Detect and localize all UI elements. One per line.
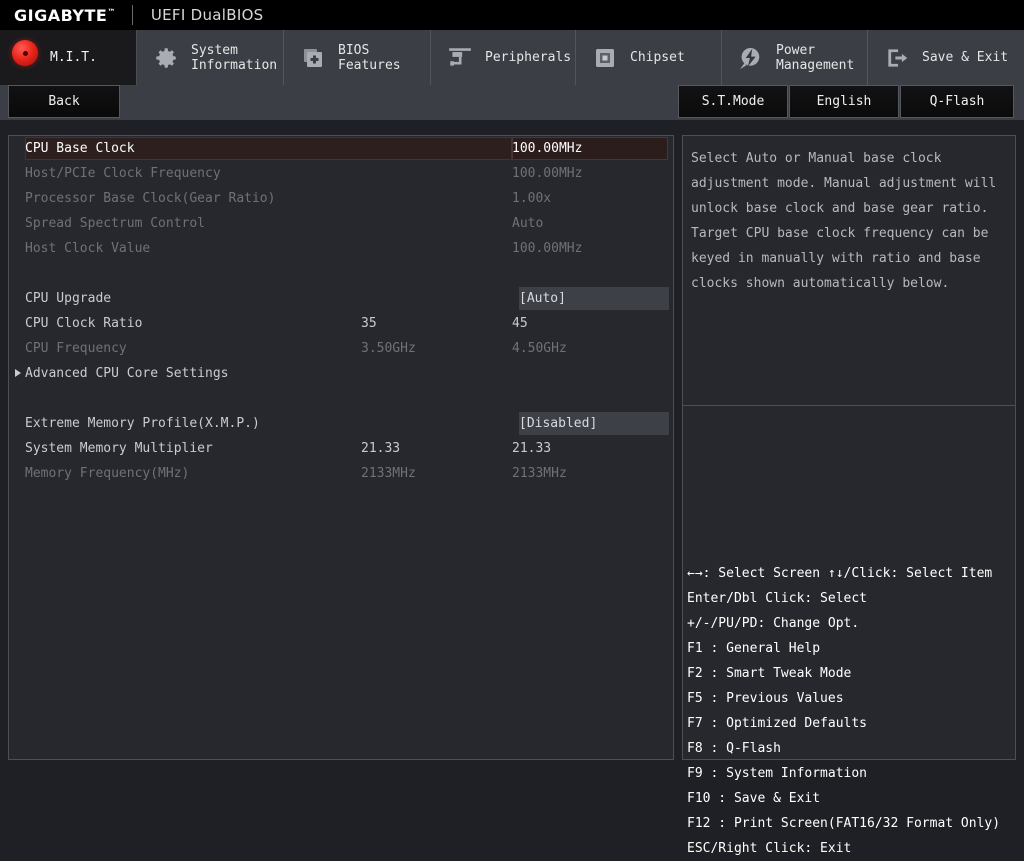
settings-row[interactable]: Extreme Memory Profile(X.M.P.) [Disabled] xyxy=(9,411,673,436)
smart-tweak-mode-button[interactable]: S.T.Mode xyxy=(678,85,788,118)
setting-value[interactable]: 2133MHz xyxy=(512,466,567,481)
power-bolt-icon xyxy=(736,43,766,73)
nav-tab-peripherals-label: Peripherals xyxy=(485,50,572,65)
nav-tab-peripherals[interactable]: Peripherals xyxy=(431,30,576,85)
setting-label: Host Clock Value xyxy=(25,241,151,256)
setting-label: CPU Clock Ratio xyxy=(25,316,143,331)
legend-line: F2 : Smart Tweak Mode xyxy=(687,666,852,681)
legend-line: F1 : General Help xyxy=(687,641,821,656)
setting-label: System Memory Multiplier xyxy=(25,441,213,456)
help-text-line: clocks shown automatically below. xyxy=(691,276,950,291)
settings-list-panel: CPU Base Clock 100.00MHz Host/PCIe Clock F… xyxy=(8,135,674,760)
gear-icon xyxy=(151,43,181,73)
key-legend-panel: ←→: Select Screen ↑↓/Click: Select Item … xyxy=(682,405,1016,856)
submenu-arrow-icon xyxy=(15,369,21,377)
setting-value[interactable]: 100.00MHz xyxy=(512,141,582,156)
legend-line: Enter/Dbl Click: Select xyxy=(687,591,868,606)
main-navigation-bar: M.I.T. System Information BIOS Features xyxy=(0,30,1024,85)
setting-current-value: 3.50GHz xyxy=(361,341,416,356)
red-circle-icon xyxy=(10,38,40,68)
settings-row[interactable]: Memory Frequency(MHz) 2133MHz 2133MHz xyxy=(9,461,673,486)
help-text-line: unlock base clock and base gear ratio. xyxy=(691,201,989,216)
setting-label: CPU Base Clock xyxy=(25,141,135,156)
settings-row[interactable]: Processor Base Clock(Gear Ratio) 1.00x xyxy=(9,186,673,211)
help-text-line: adjustment mode. Manual adjustment will xyxy=(691,176,997,191)
setting-label: Advanced CPU Core Settings xyxy=(25,366,229,381)
help-text-line: Target CPU base clock frequency can be xyxy=(691,226,989,241)
setting-value[interactable]: 1.00x xyxy=(512,191,551,206)
q-flash-button[interactable]: Q-Flash xyxy=(900,85,1014,118)
setting-label: Host/PCIe Clock Frequency xyxy=(25,166,221,181)
legend-line: F9 : System Information xyxy=(687,766,868,781)
nav-tab-mit-label: M.I.T. xyxy=(50,50,97,65)
trademark-symbol: ™ xyxy=(107,7,116,17)
setting-value[interactable]: [Disabled] xyxy=(519,416,597,431)
settings-row[interactable]: Spread Spectrum Control Auto xyxy=(9,211,673,236)
setting-current-value: 2133MHz xyxy=(361,466,416,481)
legend-header: ←→: Select Screen ↑↓/Click: Select Item xyxy=(687,566,993,581)
nav-tab-save-and-exit[interactable]: Save & Exit xyxy=(868,30,1024,85)
uefi-dualbios-title: UEFI DualBIOS xyxy=(150,6,264,24)
sub-toolbar: Back S.T.Mode English Q-Flash xyxy=(0,85,1024,120)
main-content-area: CPU Base Clock 100.00MHz Host/PCIe Clock F… xyxy=(0,120,1024,856)
setting-value[interactable]: [Auto] xyxy=(519,291,566,306)
setting-value[interactable]: 45 xyxy=(512,316,528,331)
setting-value[interactable]: 100.00MHz xyxy=(512,241,582,256)
settings-row[interactable]: Host/PCIe Clock Frequency 100.00MHz xyxy=(9,161,673,186)
settings-row[interactable]: Advanced CPU Core Settings xyxy=(9,361,673,386)
help-text-line: Select Auto or Manual base clock xyxy=(691,151,942,166)
nav-tab-save-and-exit-label: Save & Exit xyxy=(922,50,1009,65)
back-button[interactable]: Back xyxy=(8,85,120,118)
settings-row[interactable]: CPU Base Clock 100.00MHz xyxy=(9,136,673,161)
gigabyte-logo: GIGABYTE™ xyxy=(14,5,116,25)
nav-tab-bios-features[interactable]: BIOS Features xyxy=(284,30,431,85)
settings-group-spacer xyxy=(9,386,673,411)
legend-line: F8 : Q-Flash xyxy=(687,741,781,756)
bios-chip-icon xyxy=(298,43,328,73)
setting-value[interactable]: 100.00MHz xyxy=(512,166,582,181)
language-button[interactable]: English xyxy=(789,85,899,118)
nav-tab-system-information-label: System Information xyxy=(191,42,278,73)
legend-line: F10 : Save & Exit xyxy=(687,791,821,806)
settings-group-spacer xyxy=(9,261,673,286)
nav-tab-power-management[interactable]: Power Management xyxy=(722,30,868,85)
legend-line: F12 : Print Screen(FAT16/32 Format Only) xyxy=(687,816,1001,831)
settings-row[interactable]: CPU Upgrade [Auto] xyxy=(9,286,673,311)
peripherals-icon xyxy=(445,43,475,73)
setting-label: Processor Base Clock(Gear Ratio) xyxy=(25,191,276,206)
nav-tab-power-management-label: Power Management xyxy=(776,42,855,73)
setting-current-value: 21.33 xyxy=(361,441,401,456)
nav-tab-bios-features-label: BIOS Features xyxy=(338,42,401,73)
legend-line: ESC/Right Click: Exit xyxy=(687,841,852,856)
help-description-panel: Select Auto or Manual base clock adjustme… xyxy=(682,135,1016,406)
logo-bar: GIGABYTE™ UEFI DualBIOS xyxy=(0,0,1024,30)
setting-label: CPU Frequency xyxy=(25,341,127,356)
setting-label: Spread Spectrum Control xyxy=(25,216,206,231)
setting-value[interactable]: 4.50GHz xyxy=(512,341,567,356)
setting-label: Extreme Memory Profile(X.M.P.) xyxy=(25,416,260,431)
exit-door-icon xyxy=(882,43,912,73)
setting-value[interactable]: 21.33 xyxy=(512,441,551,456)
nav-tab-system-information[interactable]: System Information xyxy=(137,30,284,85)
settings-row[interactable]: CPU Clock Ratio 35 45 xyxy=(9,311,673,336)
help-text-line: keyed in manually with ratio and base xyxy=(691,251,981,266)
setting-current-value: 35 xyxy=(361,316,377,331)
legend-line: F5 : Previous Values xyxy=(687,691,844,706)
settings-row[interactable]: CPU Frequency 3.50GHz 4.50GHz xyxy=(9,336,673,361)
logo-divider xyxy=(131,5,133,25)
setting-label: Memory Frequency(MHz) xyxy=(25,466,190,481)
nav-tab-mit[interactable]: M.I.T. xyxy=(0,30,137,85)
setting-value[interactable]: Auto xyxy=(512,216,543,231)
legend-line: F7 : Optimized Defaults xyxy=(687,716,868,731)
settings-row[interactable]: System Memory Multiplier 21.33 21.33 xyxy=(9,436,673,461)
setting-label: CPU Upgrade xyxy=(25,291,112,306)
nav-tab-chipset[interactable]: Chipset xyxy=(576,30,722,85)
settings-row[interactable]: Host Clock Value 100.00MHz xyxy=(9,236,673,261)
legend-line: +/-/PU/PD: Change Opt. xyxy=(687,616,860,631)
nav-tab-chipset-label: Chipset xyxy=(630,50,685,65)
chipset-icon xyxy=(590,43,620,73)
